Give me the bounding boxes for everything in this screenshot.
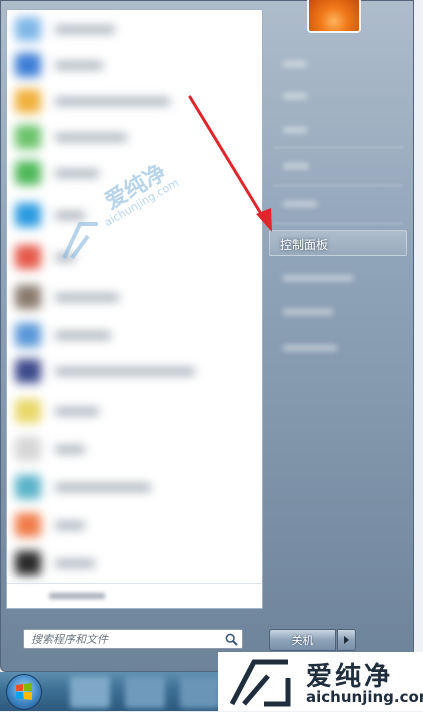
- app-icon: [15, 359, 41, 383]
- app-icon: [15, 203, 41, 227]
- program-item[interactable]: [13, 510, 253, 540]
- start-menu: 控制面板 关机: [0, 0, 414, 672]
- program-item[interactable]: [13, 472, 253, 502]
- right-pane: 控制面板: [263, 1, 413, 673]
- program-item[interactable]: [13, 50, 253, 80]
- program-item[interactable]: [13, 14, 253, 44]
- program-item[interactable]: [13, 396, 253, 426]
- program-item[interactable]: [13, 548, 253, 578]
- program-item[interactable]: [13, 356, 253, 386]
- all-programs-link[interactable]: [7, 583, 262, 608]
- watermark-mark-icon: [229, 659, 291, 707]
- control-panel-item[interactable]: 控制面板: [269, 230, 407, 256]
- search-input[interactable]: [24, 630, 221, 648]
- app-icon: [15, 161, 41, 185]
- watermark-corner: 爱纯净 aichunjing.com: [218, 652, 423, 711]
- separator: [273, 185, 403, 186]
- watermark-url: aichunjing.com: [306, 688, 423, 706]
- program-list-panel: [6, 9, 263, 609]
- program-item[interactable]: [13, 200, 253, 230]
- app-icon: [15, 245, 41, 269]
- app-icon: [15, 513, 41, 537]
- right-item[interactable]: [269, 191, 407, 217]
- app-icon: [15, 53, 41, 77]
- right-item[interactable]: [269, 335, 407, 361]
- program-item[interactable]: [13, 158, 253, 188]
- right-item[interactable]: [269, 265, 407, 291]
- triangle-right-icon: [344, 636, 349, 644]
- app-icon: [15, 551, 41, 575]
- program-item[interactable]: [13, 242, 253, 272]
- app-icon: [15, 475, 41, 499]
- search-box[interactable]: [23, 629, 243, 649]
- right-item[interactable]: [269, 83, 407, 109]
- separator: [273, 223, 403, 224]
- windows-logo-icon: [16, 683, 32, 700]
- right-item[interactable]: [269, 153, 407, 179]
- program-item[interactable]: [13, 320, 253, 350]
- program-item[interactable]: [13, 86, 253, 116]
- app-icon: [15, 125, 41, 149]
- control-panel-label: 控制面板: [280, 238, 329, 252]
- app-icon: [15, 89, 41, 113]
- app-icon: [15, 285, 41, 309]
- program-item[interactable]: [13, 122, 253, 152]
- start-button[interactable]: [6, 674, 42, 710]
- shutdown-button[interactable]: 关机: [269, 629, 336, 651]
- right-item[interactable]: [269, 117, 407, 143]
- app-icon: [15, 17, 41, 41]
- app-icon: [15, 437, 41, 461]
- right-item[interactable]: [269, 51, 407, 77]
- user-avatar[interactable]: [307, 0, 361, 33]
- program-item[interactable]: [13, 282, 253, 312]
- taskbar-button[interactable]: [70, 676, 110, 708]
- taskbar-button[interactable]: [180, 676, 220, 708]
- separator: [273, 147, 403, 148]
- search-icon[interactable]: [225, 633, 238, 646]
- app-icon: [15, 323, 41, 347]
- program-item[interactable]: [13, 434, 253, 464]
- right-item[interactable]: [269, 299, 407, 325]
- pinned-programs: [7, 10, 262, 608]
- app-icon: [15, 399, 41, 423]
- taskbar-button[interactable]: [125, 676, 165, 708]
- shutdown-options-button[interactable]: [337, 629, 356, 651]
